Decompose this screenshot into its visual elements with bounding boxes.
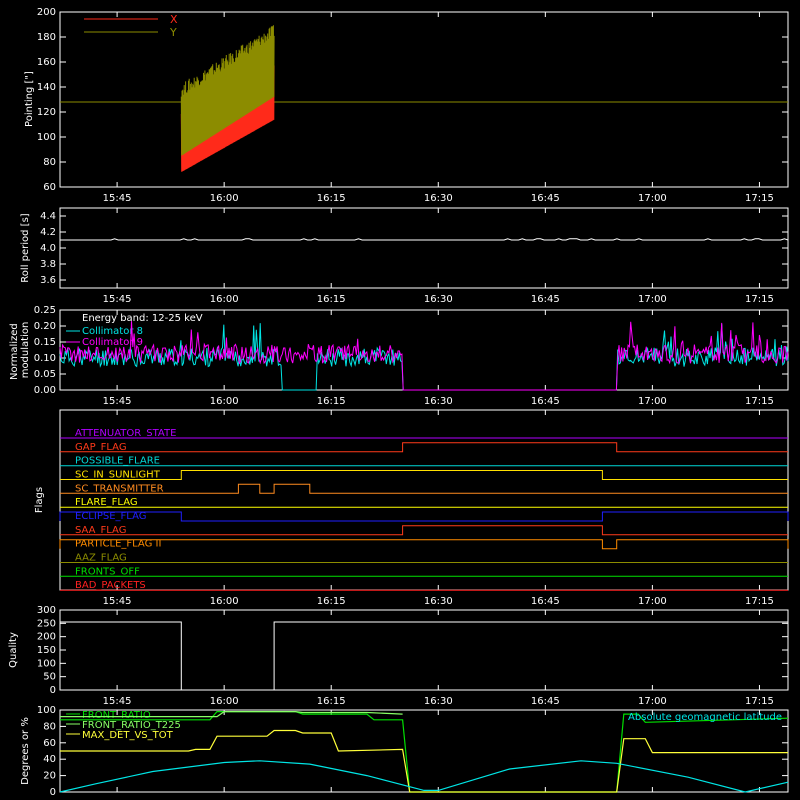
flag-label-flare-flag: FLARE_FLAG xyxy=(75,497,138,508)
x-tick-label: 16:00 xyxy=(210,193,239,204)
y-tick-label: 60 xyxy=(43,182,56,193)
panel-quality-ylabel: Quality xyxy=(8,632,19,668)
x-tick-label: 17:15 xyxy=(745,294,774,305)
x-tick-label: 16:30 xyxy=(424,193,453,204)
x-tick-label: 16:15 xyxy=(317,193,346,204)
y-tick-label: 140 xyxy=(37,82,56,93)
x-tick-label: 17:00 xyxy=(638,696,667,707)
panel-modulation-ylabel-line1: Normalized xyxy=(9,323,20,380)
flag-label-saa-flag: SAA_FLAG xyxy=(75,525,126,536)
x-tick-label: 15:45 xyxy=(103,396,132,407)
y-tick-label: 3.8 xyxy=(40,259,56,270)
y-tick-label: 40 xyxy=(43,754,56,765)
x-tick-label: 16:15 xyxy=(317,696,346,707)
flag-label-aaz-flag: AAZ_FLAG xyxy=(75,553,127,564)
y-tick-label: 0.10 xyxy=(34,353,56,364)
flag-label-particle-flag-ii: PARTICLE_FLAG II xyxy=(75,539,161,550)
x-tick-label: 17:15 xyxy=(745,193,774,204)
y-tick-label: 200 xyxy=(37,7,56,18)
y-tick-label: 150 xyxy=(37,645,56,656)
x-tick-label: 15:45 xyxy=(103,596,132,607)
y-tick-label: 120 xyxy=(37,107,56,118)
x-tick-label: 15:45 xyxy=(103,193,132,204)
x-tick-label: 16:45 xyxy=(531,193,560,204)
y-tick-label: 4.4 xyxy=(40,211,56,222)
y-tick-label: 0 xyxy=(50,787,56,798)
y-tick-label: 60 xyxy=(43,738,56,749)
y-tick-label: 50 xyxy=(43,672,56,683)
y-tick-label: 4.2 xyxy=(40,227,56,238)
x-tick-label: 16:45 xyxy=(531,294,560,305)
y-tick-label: 3.6 xyxy=(40,275,56,286)
x-tick-label: 17:15 xyxy=(745,696,774,707)
x-tick-label: 16:45 xyxy=(531,596,560,607)
x-tick-label: 16:00 xyxy=(210,596,239,607)
x-tick-label: 16:15 xyxy=(317,294,346,305)
flag-label-eclipse-flag: ECLIPSE_FLAG xyxy=(75,511,146,522)
x-tick-label: 17:15 xyxy=(745,396,774,407)
y-tick-label: 180 xyxy=(37,32,56,43)
y-tick-label: 300 xyxy=(37,605,56,616)
x-tick-label: 16:15 xyxy=(317,596,346,607)
x-tick-label: 17:00 xyxy=(638,294,667,305)
x-tick-label: 16:30 xyxy=(424,596,453,607)
x-tick-label: 16:30 xyxy=(424,696,453,707)
legend-label-x: X xyxy=(170,13,178,26)
flag-label-bad-packets: BAD_PACKETS xyxy=(75,580,146,591)
y-tick-label: 100 xyxy=(37,132,56,143)
flag-label-sc-in-sunlight: SC_IN_SUNLIGHT xyxy=(75,470,161,481)
y-tick-label: 20 xyxy=(43,771,56,782)
energy-band-annotation: Energy band: 12-25 keV xyxy=(82,313,203,324)
y-tick-label: 0.25 xyxy=(34,305,56,316)
x-tick-label: 15:45 xyxy=(103,294,132,305)
y-tick-label: 0.15 xyxy=(34,337,56,348)
x-tick-label: 16:15 xyxy=(317,396,346,407)
y-tick-label: 200 xyxy=(37,632,56,643)
x-tick-label: 17:00 xyxy=(638,396,667,407)
x-tick-label: 17:00 xyxy=(638,193,667,204)
panel-modulation-ylabel: Normalized modulation xyxy=(9,320,31,380)
flag-label-gap-flag: GAP_FLAG xyxy=(75,442,127,453)
x-tick-label: 16:45 xyxy=(531,696,560,707)
panel-roll-ylabel: Roll period [s] xyxy=(20,213,31,282)
y-tick-label: 100 xyxy=(37,705,56,716)
panel-pointing-ylabel: Pointing ["] xyxy=(24,71,35,127)
legend-label-max-det-vs-tot: MAX_DET_VS_TOT xyxy=(82,730,174,741)
flag-label-possible-flare: POSSIBLE_FLARE xyxy=(75,456,160,467)
panel-ratios-ylabel: Degrees or % xyxy=(20,717,31,785)
y-tick-label: 100 xyxy=(37,658,56,669)
x-tick-label: 16:30 xyxy=(424,396,453,407)
panel-modulation-ylabel-line2: modulation xyxy=(20,322,31,379)
legend-label-collimator-2: Collimator 9 xyxy=(82,337,143,348)
y-tick-label: 4.0 xyxy=(40,243,56,254)
x-tick-label: 15:45 xyxy=(103,696,132,707)
y-tick-label: 0.20 xyxy=(34,321,56,332)
figure: Pointing ["] Roll period [s] Normalized … xyxy=(0,0,800,800)
y-tick-label: 160 xyxy=(37,57,56,68)
y-tick-label: 250 xyxy=(37,618,56,629)
legend-label-y: Y xyxy=(169,26,177,39)
y-tick-label: 80 xyxy=(43,721,56,732)
x-tick-label: 16:45 xyxy=(531,396,560,407)
x-tick-label: 16:00 xyxy=(210,294,239,305)
x-tick-label: 17:00 xyxy=(638,596,667,607)
legend-label-absolute-geomagnetic-latitude: Absolute geomagnetic latitude xyxy=(628,712,782,723)
flag-label-sc-transmitter: SC_TRANSMITTER xyxy=(75,483,164,494)
y-tick-label: 80 xyxy=(43,157,56,168)
panel-flags-ylabel: Flags xyxy=(34,487,45,513)
y-tick-label: 0 xyxy=(50,685,56,696)
y-tick-label: 0.00 xyxy=(34,385,56,396)
x-tick-label: 16:00 xyxy=(210,696,239,707)
flag-label-fronts-off: FRONTS_OFF xyxy=(75,566,140,577)
x-tick-label: 16:30 xyxy=(424,294,453,305)
x-tick-label: 16:00 xyxy=(210,396,239,407)
flag-label-attenuator-state: ATTENUATOR_STATE xyxy=(75,428,176,439)
x-tick-label: 17:15 xyxy=(745,596,774,607)
y-tick-label: 0.05 xyxy=(34,369,56,380)
